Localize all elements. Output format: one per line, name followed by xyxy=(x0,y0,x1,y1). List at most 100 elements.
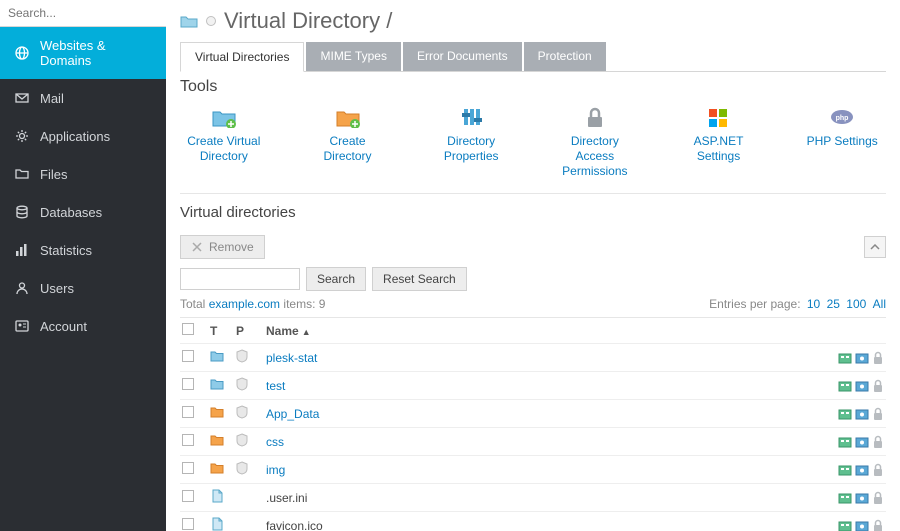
action-1-icon[interactable] xyxy=(838,519,852,531)
tool-asp-net-settings[interactable]: ASP.NET Settings xyxy=(677,106,761,179)
col-name[interactable]: Name▲ xyxy=(266,324,824,338)
row-name-link[interactable]: css xyxy=(266,435,284,449)
type-icon xyxy=(210,489,224,503)
sidebar-item-statistics[interactable]: Statistics xyxy=(0,231,166,269)
lock-icon[interactable] xyxy=(872,435,884,449)
select-all-checkbox[interactable] xyxy=(182,323,194,335)
tool-directory-access-permissions[interactable]: Directory Access Permissions xyxy=(553,106,637,179)
tool-php-settings[interactable]: php PHP Settings xyxy=(800,106,884,179)
sidebar-search[interactable] xyxy=(0,0,166,27)
search-button[interactable]: Search xyxy=(306,267,366,291)
folder-add-blue-icon xyxy=(211,106,237,128)
pager-25[interactable]: 25 xyxy=(827,297,840,311)
row-checkbox[interactable] xyxy=(182,434,194,446)
row-checkbox[interactable] xyxy=(182,462,194,474)
account-icon xyxy=(14,318,30,334)
table-row: img xyxy=(180,456,886,484)
tool-label: PHP Settings xyxy=(807,134,878,149)
remove-button[interactable]: Remove xyxy=(180,235,265,259)
sidebar-item-websites-domains[interactable]: Websites & Domains xyxy=(0,27,166,79)
row-name-link[interactable]: img xyxy=(266,463,285,477)
type-icon xyxy=(210,405,224,419)
action-2-icon[interactable] xyxy=(855,351,869,365)
row-name-link[interactable]: test xyxy=(266,379,285,393)
action-2-icon[interactable] xyxy=(855,435,869,449)
row-checkbox[interactable] xyxy=(182,490,194,502)
globe-icon xyxy=(14,45,30,61)
row-name: favicon.ico xyxy=(266,519,323,531)
reset-search-button[interactable]: Reset Search xyxy=(372,267,467,291)
row-name-link[interactable]: plesk-stat xyxy=(266,351,317,365)
tool-create-directory[interactable]: Create Directory xyxy=(306,106,390,179)
lock-icon[interactable] xyxy=(872,519,884,531)
pager-10[interactable]: 10 xyxy=(807,297,820,311)
col-type[interactable]: T xyxy=(210,324,236,338)
lock-icon[interactable] xyxy=(872,491,884,505)
lock-icon[interactable] xyxy=(872,351,884,365)
type-icon xyxy=(210,517,224,531)
action-2-icon[interactable] xyxy=(855,491,869,505)
domain-link[interactable]: example.com xyxy=(209,297,280,311)
action-2-icon[interactable] xyxy=(855,407,869,421)
table-row: .user.ini xyxy=(180,484,886,512)
action-1-icon[interactable] xyxy=(838,491,852,505)
tool-create-virtual-directory[interactable]: Create Virtual Directory xyxy=(182,106,266,179)
pager-100[interactable]: 100 xyxy=(846,297,866,311)
vdirs-heading: Virtual directories xyxy=(180,204,886,221)
action-1-icon[interactable] xyxy=(838,435,852,449)
action-2-icon[interactable] xyxy=(855,519,869,531)
row-name: .user.ini xyxy=(266,491,307,505)
tab-protection[interactable]: Protection xyxy=(524,42,606,71)
remove-icon xyxy=(191,241,203,253)
action-1-icon[interactable] xyxy=(838,407,852,421)
action-1-icon[interactable] xyxy=(838,351,852,365)
search-input[interactable] xyxy=(8,6,163,20)
lock-icon[interactable] xyxy=(872,463,884,477)
tools-row: Create Virtual Directory Create Directory… xyxy=(180,106,886,194)
sidebar-item-account[interactable]: Account xyxy=(0,307,166,345)
type-icon xyxy=(210,433,224,447)
sidebar-item-mail[interactable]: Mail xyxy=(0,79,166,117)
lock-icon[interactable] xyxy=(872,407,884,421)
mail-icon xyxy=(14,90,30,106)
sidebar-item-files[interactable]: Files xyxy=(0,155,166,193)
tab-error-documents[interactable]: Error Documents xyxy=(403,42,522,71)
action-1-icon[interactable] xyxy=(838,379,852,393)
row-checkbox[interactable] xyxy=(182,350,194,362)
gear-icon xyxy=(14,128,30,144)
lock-icon xyxy=(582,106,608,128)
row-checkbox[interactable] xyxy=(182,518,194,530)
svg-text:php: php xyxy=(836,115,849,122)
user-icon xyxy=(14,280,30,296)
tools-heading: Tools xyxy=(180,78,886,96)
tool-directory-properties[interactable]: Directory Properties xyxy=(429,106,513,179)
folder-icon xyxy=(14,166,30,182)
table-search-input[interactable] xyxy=(180,268,300,290)
sidebar-item-label: Websites & Domains xyxy=(40,38,152,68)
sidebar-item-users[interactable]: Users xyxy=(0,269,166,307)
row-name-link[interactable]: App_Data xyxy=(266,407,319,421)
tool-label: Directory Access Permissions xyxy=(553,134,637,179)
tab-mime-types[interactable]: MIME Types xyxy=(306,42,400,71)
collapse-button[interactable] xyxy=(864,236,886,258)
table-row: css xyxy=(180,428,886,456)
shield-icon xyxy=(236,405,248,419)
action-1-icon[interactable] xyxy=(838,463,852,477)
tab-virtual-directories[interactable]: Virtual Directories xyxy=(180,42,304,72)
sidebar-item-applications[interactable]: Applications xyxy=(0,117,166,155)
sort-asc-icon: ▲ xyxy=(302,327,311,337)
php-icon: php xyxy=(829,106,855,128)
row-checkbox[interactable] xyxy=(182,378,194,390)
sidebar: Websites & Domains MailApplicationsFilesD… xyxy=(0,0,166,531)
row-checkbox[interactable] xyxy=(182,406,194,418)
col-perm[interactable]: P xyxy=(236,324,266,338)
lock-icon[interactable] xyxy=(872,379,884,393)
action-2-icon[interactable] xyxy=(855,379,869,393)
table-row: favicon.ico xyxy=(180,512,886,531)
table-row: App_Data xyxy=(180,400,886,428)
folder-add-orange-icon xyxy=(335,106,361,128)
pager-all[interactable]: All xyxy=(873,297,886,311)
action-2-icon[interactable] xyxy=(855,463,869,477)
sidebar-item-databases[interactable]: Databases xyxy=(0,193,166,231)
shield-icon xyxy=(236,377,248,391)
